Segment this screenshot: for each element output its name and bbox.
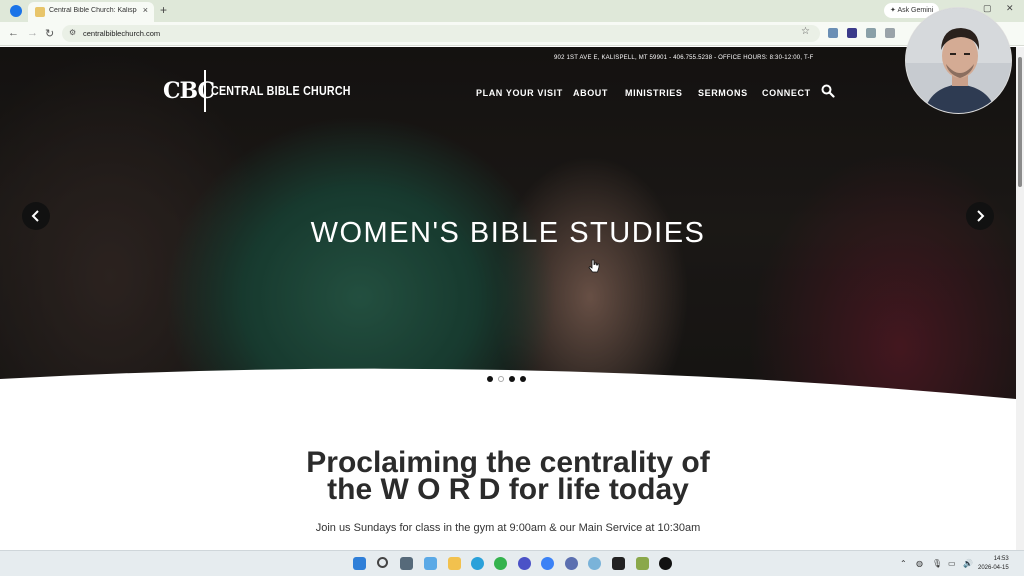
hero-slider: 902 1ST AVE E, KALISPELL, MT 59901 - 406… xyxy=(0,47,1016,407)
logo-text: CENTRAL BIBLE CHURCH xyxy=(211,83,351,98)
page-headline: Proclaiming the centrality of the W O R … xyxy=(0,446,1016,506)
nav-plan-your-visit[interactable]: PLAN YOUR VISIT xyxy=(476,88,563,98)
slider-dot[interactable] xyxy=(509,376,515,382)
service-times-text: Join us Sundays for class in the gym at … xyxy=(315,522,701,534)
extensions-puzzle-icon[interactable] xyxy=(885,28,895,38)
headline-line-2: the W O R D for life today xyxy=(327,473,689,506)
slider-dot-active[interactable] xyxy=(498,376,504,382)
tab-title: Central Bible Church: Kalispell, I xyxy=(49,7,137,14)
clock-time: 14:53 xyxy=(993,556,1009,562)
page-scrollbar[interactable] xyxy=(1016,47,1024,550)
extension-icon[interactable] xyxy=(828,28,838,38)
browser-tab-bar: Central Bible Church: Kalispell, I × + ✦… xyxy=(0,0,1024,22)
new-tab-button[interactable]: + xyxy=(160,3,167,17)
contact-info-bar: 902 1ST AVE E, KALISPELL, MT 59901 - 406… xyxy=(554,55,814,61)
network-icon[interactable]: ▭ xyxy=(948,559,956,568)
forward-icon[interactable]: → xyxy=(27,27,38,39)
tray-chevron-icon[interactable]: ⌃ xyxy=(900,559,907,568)
widgets-icon[interactable] xyxy=(424,557,437,570)
logo-mark: CBC xyxy=(163,78,215,104)
os-taskbar: ⌃ ◍ 🎙 ▭ 🔊 14:53 2026-04-15 xyxy=(0,550,1024,576)
app-icon[interactable] xyxy=(518,557,531,570)
mouse-cursor-icon xyxy=(588,259,600,279)
volume-icon[interactable]: 🔊 xyxy=(963,559,973,568)
webcam-overlay xyxy=(905,7,1012,114)
tab-close-icon[interactable]: × xyxy=(143,5,148,15)
notepad-icon[interactable] xyxy=(636,557,649,570)
system-clock[interactable]: 14:53 2026-04-15 xyxy=(978,555,1009,573)
telegram-icon[interactable] xyxy=(471,557,484,570)
chrome-icon[interactable] xyxy=(541,557,554,570)
logo-divider xyxy=(204,70,206,112)
nav-sermons[interactable]: SERMONS xyxy=(698,88,748,98)
ask-gemini-label: Ask Gemini xyxy=(897,7,934,14)
app-icon[interactable] xyxy=(588,557,601,570)
address-bar[interactable]: ⚙ centralbiblechurch.com xyxy=(62,25,820,42)
nav-about[interactable]: ABOUT xyxy=(573,88,608,98)
extension-icon[interactable] xyxy=(866,28,876,38)
extension-icon[interactable] xyxy=(847,28,857,38)
headline-line-1: Proclaiming the centrality of xyxy=(306,446,710,479)
scrollbar-thumb[interactable] xyxy=(1018,57,1022,187)
task-view-icon[interactable] xyxy=(400,557,413,570)
reload-icon[interactable]: ↻ xyxy=(45,27,54,40)
whatsapp-icon[interactable] xyxy=(494,557,507,570)
browser-toolbar: ← → ↻ ⚙ centralbiblechurch.com ☆ xyxy=(0,22,1024,46)
tray-app-icon[interactable]: ◍ xyxy=(916,559,923,568)
app-icon[interactable] xyxy=(565,557,578,570)
nav-connect[interactable]: CONNECT xyxy=(762,88,811,98)
url-text: centralbiblechurch.com xyxy=(83,29,161,38)
clock-date: 2026-04-15 xyxy=(978,565,1009,571)
back-icon[interactable]: ← xyxy=(8,27,19,39)
maximize-icon[interactable]: ▢ xyxy=(983,3,992,14)
file-explorer-icon[interactable] xyxy=(448,557,461,570)
microphone-icon[interactable]: 🎙 xyxy=(932,559,942,568)
browser-profile-icon[interactable] xyxy=(10,5,22,17)
app-icon[interactable] xyxy=(612,557,625,570)
app-icon[interactable] xyxy=(659,557,672,570)
bookmark-star-icon[interactable]: ☆ xyxy=(801,26,810,37)
close-window-icon[interactable]: ✕ xyxy=(1006,3,1014,14)
hero-wave-divider xyxy=(0,368,1016,425)
web-page: 902 1ST AVE E, KALISPELL, MT 59901 - 406… xyxy=(0,47,1016,550)
nav-ministries[interactable]: MINISTRIES xyxy=(625,88,683,98)
site-info-icon[interactable]: ⚙ xyxy=(69,28,76,37)
slide-title: WOMEN'S BIBLE STUDIES xyxy=(310,217,706,249)
slider-dot[interactable] xyxy=(487,376,493,382)
slider-pagination xyxy=(487,376,526,382)
search-taskbar-icon[interactable] xyxy=(377,557,388,568)
presenter-avatar xyxy=(906,8,1011,113)
browser-tab[interactable]: Central Bible Church: Kalispell, I × xyxy=(28,2,154,22)
start-menu-icon[interactable] xyxy=(353,557,366,570)
slider-dot[interactable] xyxy=(520,376,526,382)
search-icon[interactable] xyxy=(821,84,835,98)
site-favicon-icon xyxy=(35,7,45,17)
